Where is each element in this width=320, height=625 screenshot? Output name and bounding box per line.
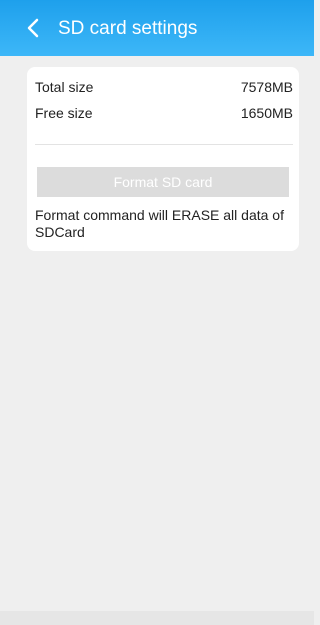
header-bar: SD card settings (0, 0, 314, 56)
format-warning-text: Format command will ERASE all data of SD… (35, 207, 284, 240)
page-title: SD card settings (58, 18, 198, 39)
free-size-label: Free size (35, 105, 93, 121)
chevron-left-icon (27, 18, 39, 38)
back-button[interactable] (22, 13, 46, 43)
format-sd-card-button[interactable]: Format SD card (37, 167, 289, 197)
free-size-value: 1650MB (240, 105, 293, 121)
total-size-value: 7578MB (240, 79, 293, 95)
total-size-row: Total size 7578MB (35, 77, 293, 97)
sd-card-panel: Total size 7578MB Free size 1650MB Forma… (27, 67, 299, 251)
total-size-label: Total size (35, 79, 94, 95)
divider (35, 144, 293, 145)
free-size-row: Free size 1650MB (35, 103, 293, 123)
navigation-bar (0, 611, 314, 625)
